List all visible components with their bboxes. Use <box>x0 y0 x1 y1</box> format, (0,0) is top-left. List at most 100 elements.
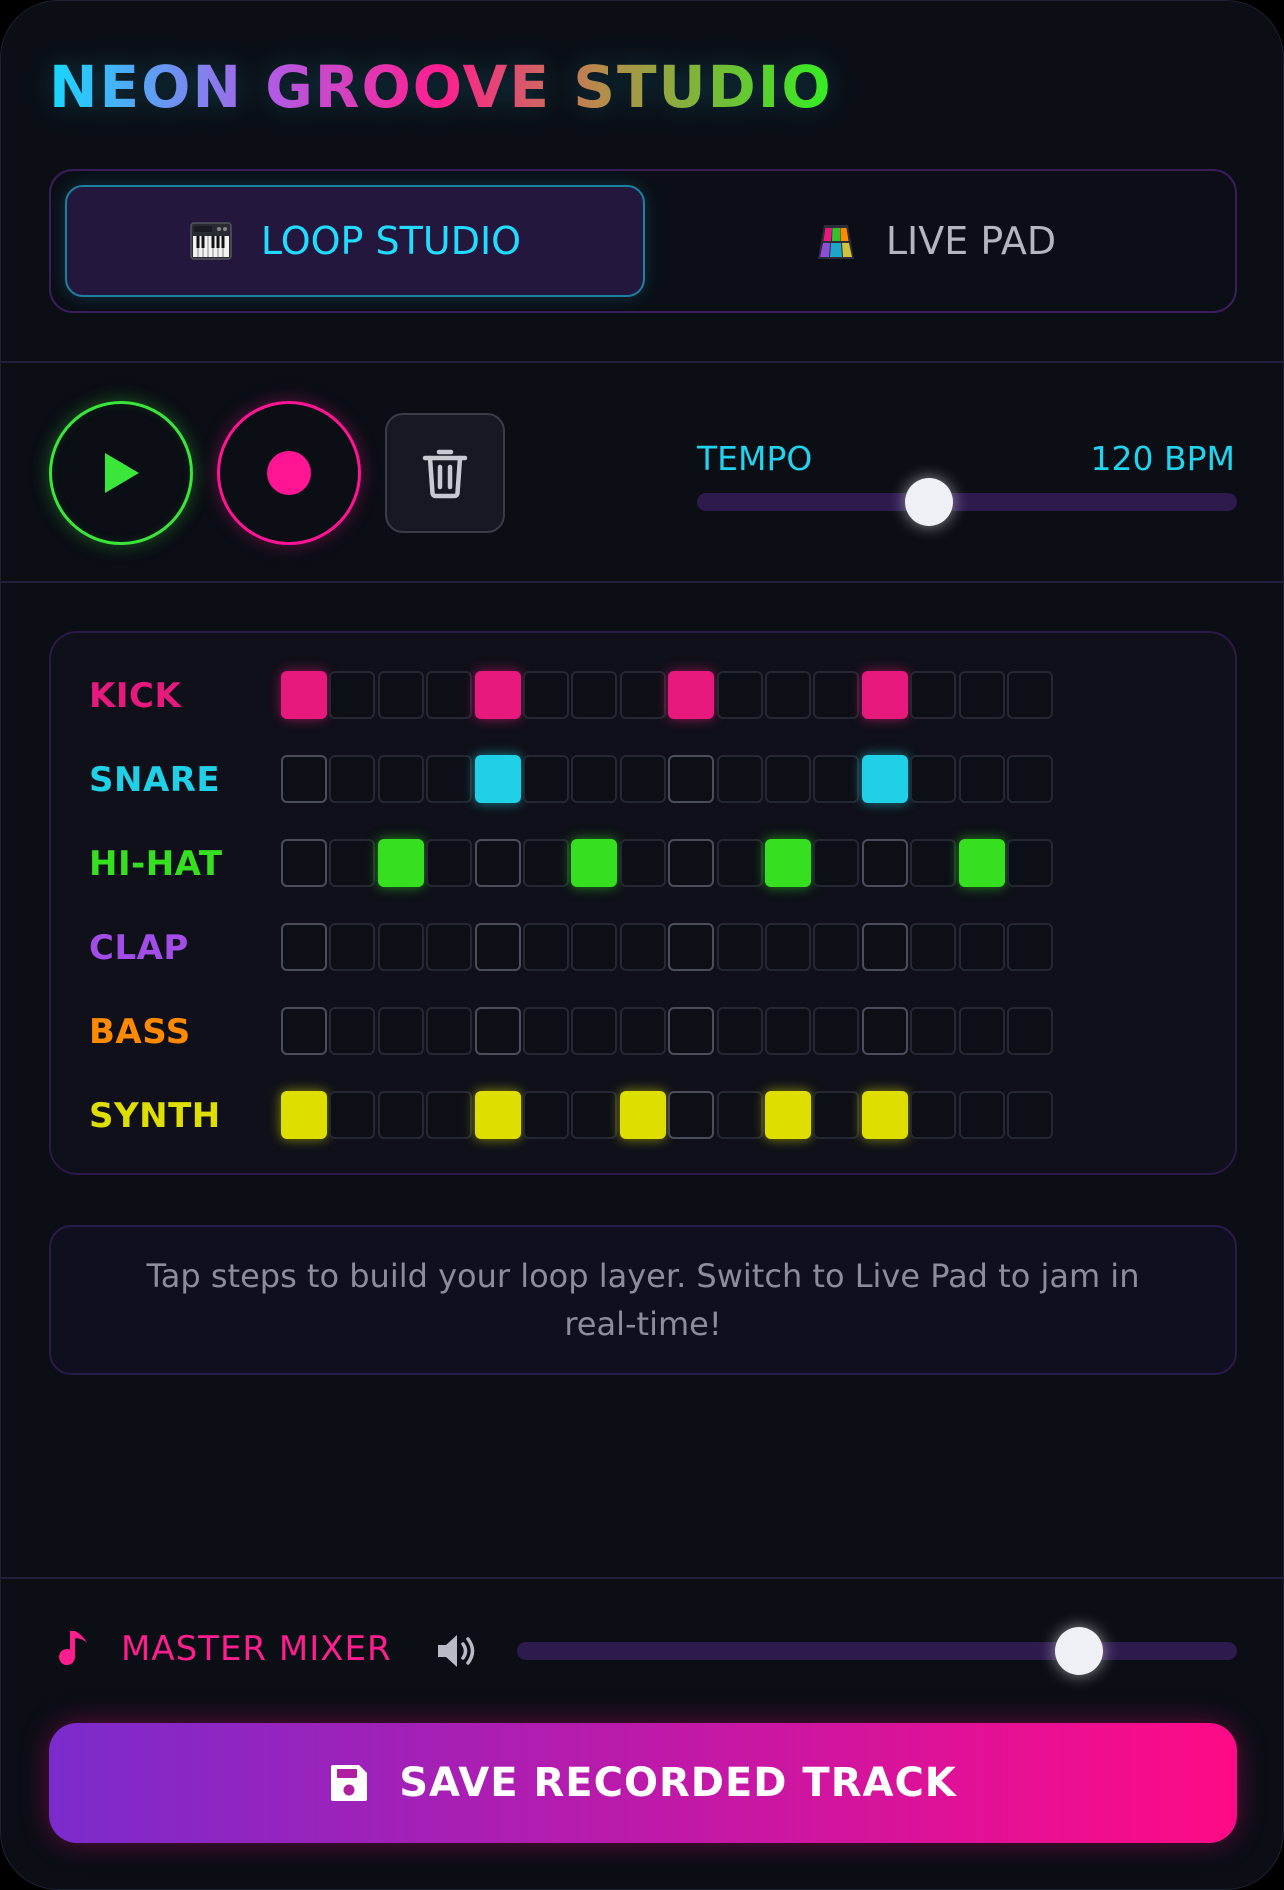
sequencer-step[interactable] <box>813 923 860 971</box>
sequencer-step[interactable] <box>910 839 957 887</box>
sequencer-step[interactable] <box>377 839 424 887</box>
clear-button[interactable] <box>385 413 505 533</box>
sequencer-step[interactable] <box>281 923 327 971</box>
sequencer-step[interactable] <box>910 1007 957 1055</box>
tab-loop-studio[interactable]: LOOP STUDIO <box>65 185 645 297</box>
sequencer-step[interactable] <box>474 1007 521 1055</box>
sequencer-step[interactable] <box>765 839 811 887</box>
tempo-slider-thumb[interactable] <box>905 478 954 526</box>
sequencer-step[interactable] <box>765 1091 811 1139</box>
sequencer-step[interactable] <box>1007 839 1053 887</box>
sequencer-step[interactable] <box>619 671 666 719</box>
sequencer-step[interactable] <box>329 839 376 887</box>
sequencer-step[interactable] <box>377 1091 424 1139</box>
sequencer-step[interactable] <box>1007 1091 1053 1139</box>
sequencer-step[interactable] <box>426 1007 473 1055</box>
sequencer-step[interactable] <box>426 923 473 971</box>
sequencer-step[interactable] <box>281 671 327 719</box>
sequencer-step[interactable] <box>474 755 521 803</box>
sequencer-step[interactable] <box>619 839 666 887</box>
sequencer-step[interactable] <box>377 671 424 719</box>
sequencer-step[interactable] <box>1007 1007 1053 1055</box>
sequencer-step[interactable] <box>281 839 327 887</box>
sequencer-step[interactable] <box>619 923 666 971</box>
sequencer-step[interactable] <box>813 755 860 803</box>
sequencer-step[interactable] <box>910 755 957 803</box>
sequencer-step[interactable] <box>958 923 1005 971</box>
sequencer-step[interactable] <box>523 1091 569 1139</box>
sequencer-step[interactable] <box>523 1007 569 1055</box>
sequencer-step[interactable] <box>377 1007 424 1055</box>
sequencer-step[interactable] <box>716 755 763 803</box>
sequencer-step[interactable] <box>668 671 715 719</box>
sequencer-step[interactable] <box>1007 755 1053 803</box>
sequencer-step[interactable] <box>426 671 473 719</box>
sequencer-step[interactable] <box>716 923 763 971</box>
sequencer-step[interactable] <box>523 671 569 719</box>
sequencer-step[interactable] <box>668 1091 715 1139</box>
sequencer-step[interactable] <box>958 1091 1005 1139</box>
sequencer-step[interactable] <box>571 1091 618 1139</box>
sequencer-step[interactable] <box>281 1007 327 1055</box>
sequencer-step[interactable] <box>813 1091 860 1139</box>
sequencer-step[interactable] <box>861 839 908 887</box>
tempo-slider[interactable] <box>697 478 1237 526</box>
sequencer-step[interactable] <box>523 755 569 803</box>
play-button[interactable] <box>49 401 193 545</box>
sequencer-step[interactable] <box>329 755 376 803</box>
sequencer-step[interactable] <box>571 839 618 887</box>
sequencer-step[interactable] <box>474 671 521 719</box>
sequencer-step[interactable] <box>329 671 376 719</box>
tab-live-pad[interactable]: LIVE PAD <box>645 185 1225 297</box>
sequencer-step[interactable] <box>910 923 957 971</box>
sequencer-step[interactable] <box>474 839 521 887</box>
sequencer-step[interactable] <box>716 671 763 719</box>
sequencer-step[interactable] <box>426 839 473 887</box>
sequencer-step[interactable] <box>716 1007 763 1055</box>
sequencer-step[interactable] <box>716 1091 763 1139</box>
sequencer-step[interactable] <box>765 755 811 803</box>
sequencer-step[interactable] <box>861 923 908 971</box>
sequencer-step[interactable] <box>619 1091 666 1139</box>
record-button[interactable] <box>217 401 361 545</box>
sequencer-step[interactable] <box>765 671 811 719</box>
sequencer-step[interactable] <box>765 1007 811 1055</box>
sequencer-step[interactable] <box>813 839 860 887</box>
save-track-button[interactable]: SAVE RECORDED TRACK <box>49 1723 1237 1843</box>
sequencer-step[interactable] <box>910 1091 957 1139</box>
sequencer-step[interactable] <box>861 755 908 803</box>
sequencer-step[interactable] <box>958 755 1005 803</box>
sequencer-step[interactable] <box>861 1007 908 1055</box>
master-volume-slider[interactable] <box>517 1627 1237 1675</box>
sequencer-step[interactable] <box>765 923 811 971</box>
sequencer-step[interactable] <box>716 839 763 887</box>
master-volume-thumb[interactable] <box>1054 1627 1103 1675</box>
sequencer-step[interactable] <box>329 923 376 971</box>
sequencer-step[interactable] <box>861 1091 908 1139</box>
sequencer-step[interactable] <box>377 755 424 803</box>
sequencer-step[interactable] <box>571 923 618 971</box>
sequencer-step[interactable] <box>668 755 715 803</box>
sequencer-step[interactable] <box>619 755 666 803</box>
sequencer-step[interactable] <box>668 1007 715 1055</box>
sequencer-step[interactable] <box>426 755 473 803</box>
sequencer-step[interactable] <box>281 755 327 803</box>
sequencer-step[interactable] <box>523 839 569 887</box>
sequencer-step[interactable] <box>523 923 569 971</box>
sequencer-step[interactable] <box>571 671 618 719</box>
sequencer-step[interactable] <box>1007 671 1053 719</box>
sequencer-step[interactable] <box>910 671 957 719</box>
sequencer-step[interactable] <box>377 923 424 971</box>
sequencer-step[interactable] <box>474 1091 521 1139</box>
sequencer-step[interactable] <box>1007 923 1053 971</box>
sequencer-step[interactable] <box>668 923 715 971</box>
sequencer-step[interactable] <box>329 1091 376 1139</box>
sequencer-step[interactable] <box>329 1007 376 1055</box>
sequencer-step[interactable] <box>958 839 1005 887</box>
sequencer-step[interactable] <box>571 755 618 803</box>
sequencer-step[interactable] <box>474 923 521 971</box>
sequencer-step[interactable] <box>619 1007 666 1055</box>
sequencer-step[interactable] <box>281 1091 327 1139</box>
sequencer-step[interactable] <box>813 671 860 719</box>
sequencer-step[interactable] <box>861 671 908 719</box>
